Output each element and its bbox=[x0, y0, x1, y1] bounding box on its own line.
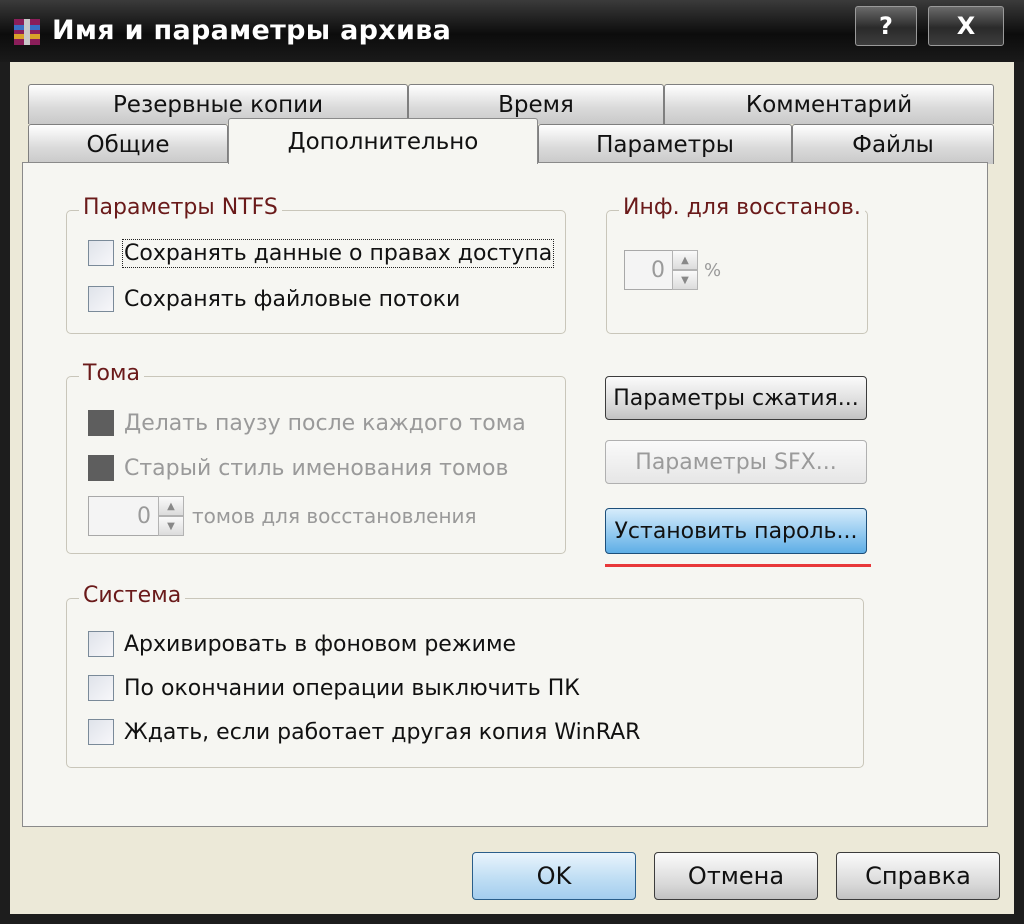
pause-after-volume-checkbox-row: Делать паузу после каждого тома bbox=[88, 410, 526, 436]
dialog-window: Имя и параметры архива ? X Резервные коп… bbox=[0, 0, 1024, 924]
ntfs-group-title: Параметры NTFS bbox=[79, 195, 282, 220]
recovery-info-group-title: Инф. для восстанов. bbox=[619, 195, 865, 220]
recovery-percent-unit: % bbox=[704, 259, 722, 281]
save-access-rights-checkbox[interactable] bbox=[88, 240, 114, 266]
wait-other-copy-label: Ждать, если работает другая копия WinRAR bbox=[124, 719, 641, 745]
help-button[interactable]: Справка bbox=[836, 852, 1000, 900]
background-mode-checkbox[interactable] bbox=[88, 631, 114, 657]
spin-down-icon: ▼ bbox=[158, 516, 184, 536]
spin-down-icon[interactable]: ▼ bbox=[672, 270, 698, 290]
spin-up-icon[interactable]: ▲ bbox=[672, 250, 698, 270]
window-title: Имя и параметры архива bbox=[52, 15, 452, 46]
recovery-volumes-label: томов для восстановления bbox=[192, 504, 477, 528]
shutdown-after-checkbox[interactable] bbox=[88, 675, 114, 701]
tab-advanced[interactable]: Дополнительно bbox=[228, 118, 538, 164]
save-file-streams-checkbox[interactable] bbox=[88, 286, 114, 312]
old-volume-naming-checkbox-row: Старый стиль именования томов bbox=[88, 455, 508, 481]
tab-files[interactable]: Файлы bbox=[792, 124, 994, 164]
sfx-settings-button: Параметры SFX... bbox=[605, 440, 867, 484]
title-bar[interactable]: Имя и параметры архива ? X bbox=[0, 0, 1024, 62]
wait-other-copy-checkbox[interactable] bbox=[88, 719, 114, 745]
shutdown-after-label: По окончании операции выключить ПК bbox=[124, 675, 580, 701]
save-access-rights-checkbox-row[interactable]: Сохранять данные о правах доступа bbox=[88, 238, 555, 268]
recovery-percent-stepper[interactable]: 0 ▲ ▼ % bbox=[624, 250, 721, 290]
save-file-streams-label: Сохранять файловые потоки bbox=[124, 286, 461, 312]
help-title-button[interactable]: ? bbox=[855, 6, 917, 46]
ok-button[interactable]: OK bbox=[472, 852, 636, 900]
tab-comment[interactable]: Комментарий bbox=[664, 84, 994, 124]
tab-general[interactable]: Общие bbox=[28, 124, 228, 164]
pause-after-volume-checkbox bbox=[88, 410, 114, 436]
old-volume-naming-checkbox bbox=[88, 455, 114, 481]
highlight-underline bbox=[605, 564, 871, 567]
set-password-button[interactable]: Установить пароль... bbox=[605, 508, 867, 554]
shutdown-after-checkbox-row[interactable]: По окончании операции выключить ПК bbox=[88, 675, 580, 701]
ntfs-group: Параметры NTFS bbox=[66, 195, 566, 334]
background-mode-checkbox-row[interactable]: Архивировать в фоновом режиме bbox=[88, 631, 516, 657]
save-access-rights-label: Сохранять данные о правах доступа bbox=[121, 238, 555, 268]
background-mode-label: Архивировать в фоновом режиме bbox=[124, 631, 517, 657]
system-group-title: Система bbox=[79, 583, 186, 608]
tab-options[interactable]: Параметры bbox=[538, 124, 792, 164]
winrar-app-icon bbox=[14, 19, 40, 45]
compression-settings-button[interactable]: Параметры сжатия... bbox=[605, 376, 867, 420]
spin-up-icon: ▲ bbox=[158, 496, 184, 516]
recovery-percent-spin-arrows[interactable]: ▲ ▼ bbox=[672, 250, 698, 290]
recovery-volumes-spin-arrows: ▲ ▼ bbox=[158, 496, 184, 536]
old-volume-naming-label: Старый стиль именования томов bbox=[124, 455, 509, 481]
close-title-button[interactable]: X bbox=[928, 6, 1004, 46]
cancel-button[interactable]: Отмена bbox=[654, 852, 818, 900]
recovery-volumes-stepper: 0 ▲ ▼ томов для восстановления bbox=[88, 496, 477, 536]
wait-other-copy-checkbox-row[interactable]: Ждать, если работает другая копия WinRAR bbox=[88, 719, 640, 745]
save-file-streams-checkbox-row[interactable]: Сохранять файловые потоки bbox=[88, 286, 460, 312]
volumes-group-title: Тома bbox=[79, 361, 144, 386]
pause-after-volume-label: Делать паузу после каждого тома bbox=[124, 410, 526, 436]
